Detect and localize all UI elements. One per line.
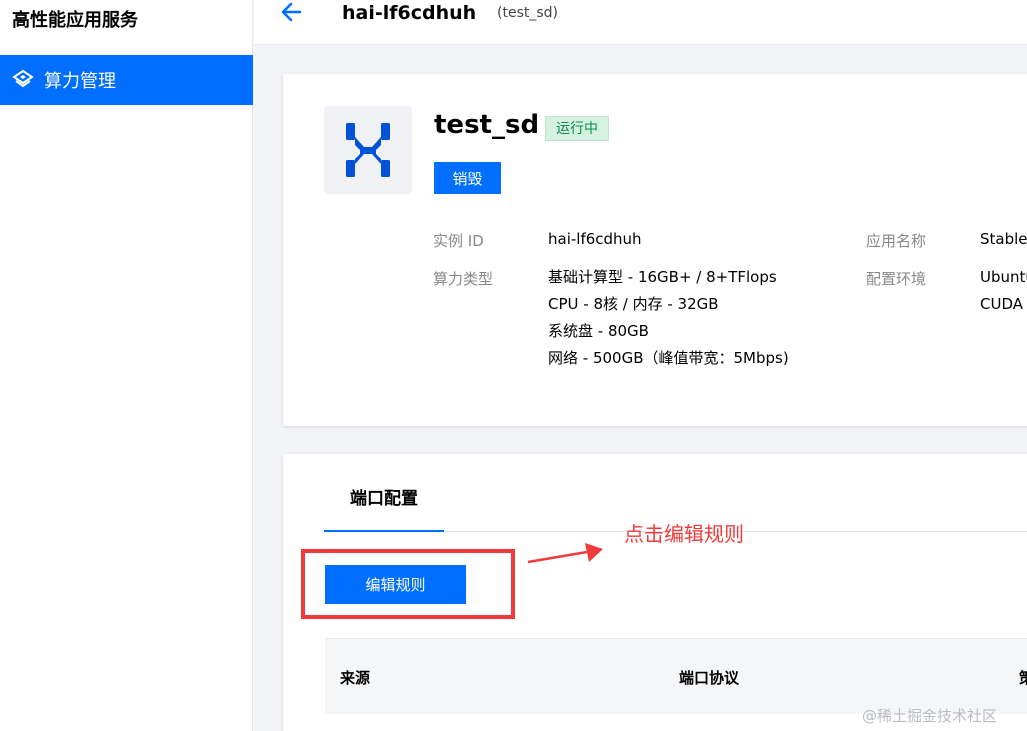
port-config-card: 端口配置 编辑规则 来源 端口协议 策 bbox=[283, 454, 1027, 731]
instance-name: test_sd bbox=[434, 110, 540, 140]
page-subtitle: (test_sd) bbox=[497, 5, 558, 21]
compute-type-line: CPU - 8核 / 内存 - 32GB bbox=[548, 295, 719, 313]
sidebar-item-compute-management[interactable]: 算力管理 bbox=[0, 55, 253, 105]
instance-id-label: 实例 ID bbox=[433, 232, 484, 250]
layers-icon bbox=[12, 69, 34, 91]
sidebar: 高性能应用服务 算力管理 bbox=[0, 0, 253, 731]
sidebar-item-label: 算力管理 bbox=[44, 71, 116, 92]
column-header-policy: 策 bbox=[1019, 669, 1027, 687]
instance-summary-card: test_sd 运行中 销毁 实例 ID hai-lf6cdhuh 算力类型 基… bbox=[283, 74, 1027, 426]
instance-id-value: hai-lf6cdhuh bbox=[548, 230, 642, 248]
page-title: hai-lf6cdhuh bbox=[342, 2, 477, 24]
compute-type-line: 网络 - 500GB（峰值带宽：5Mbps) bbox=[548, 349, 789, 367]
app-logo bbox=[324, 106, 412, 194]
app-name-label: 应用名称 bbox=[866, 232, 927, 250]
edit-rules-button[interactable]: 编辑规则 bbox=[325, 565, 466, 604]
page-header: hai-lf6cdhuh (test_sd) bbox=[254, 0, 1027, 45]
column-header-source: 来源 bbox=[340, 669, 371, 687]
table-header: 来源 端口协议 策 bbox=[325, 638, 1027, 714]
column-header-protocol: 端口协议 bbox=[679, 669, 740, 687]
environment-label: 配置环境 bbox=[866, 270, 927, 288]
status-badge: 运行中 bbox=[545, 116, 609, 141]
environment-line: CUDA bbox=[980, 295, 1024, 313]
tab-port-config[interactable]: 端口配置 bbox=[324, 484, 444, 532]
environment-line: Ubuntu bbox=[980, 268, 1027, 286]
app-name-value: Stable bbox=[980, 230, 1027, 248]
destroy-button[interactable]: 销毁 bbox=[434, 162, 501, 194]
annotation-text: 点击编辑规则 bbox=[624, 522, 744, 546]
compute-type-line: 系统盘 - 80GB bbox=[548, 322, 649, 340]
watermark: @稀土掘金技术社区 bbox=[862, 707, 998, 725]
compute-type-line: 基础计算型 - 16GB+ / 8+TFlops bbox=[548, 268, 777, 286]
back-arrow-icon[interactable] bbox=[278, 0, 304, 26]
sidebar-title: 高性能应用服务 bbox=[12, 10, 138, 31]
annotation-arrow-icon bbox=[525, 538, 605, 568]
compute-type-label: 算力类型 bbox=[433, 270, 494, 288]
